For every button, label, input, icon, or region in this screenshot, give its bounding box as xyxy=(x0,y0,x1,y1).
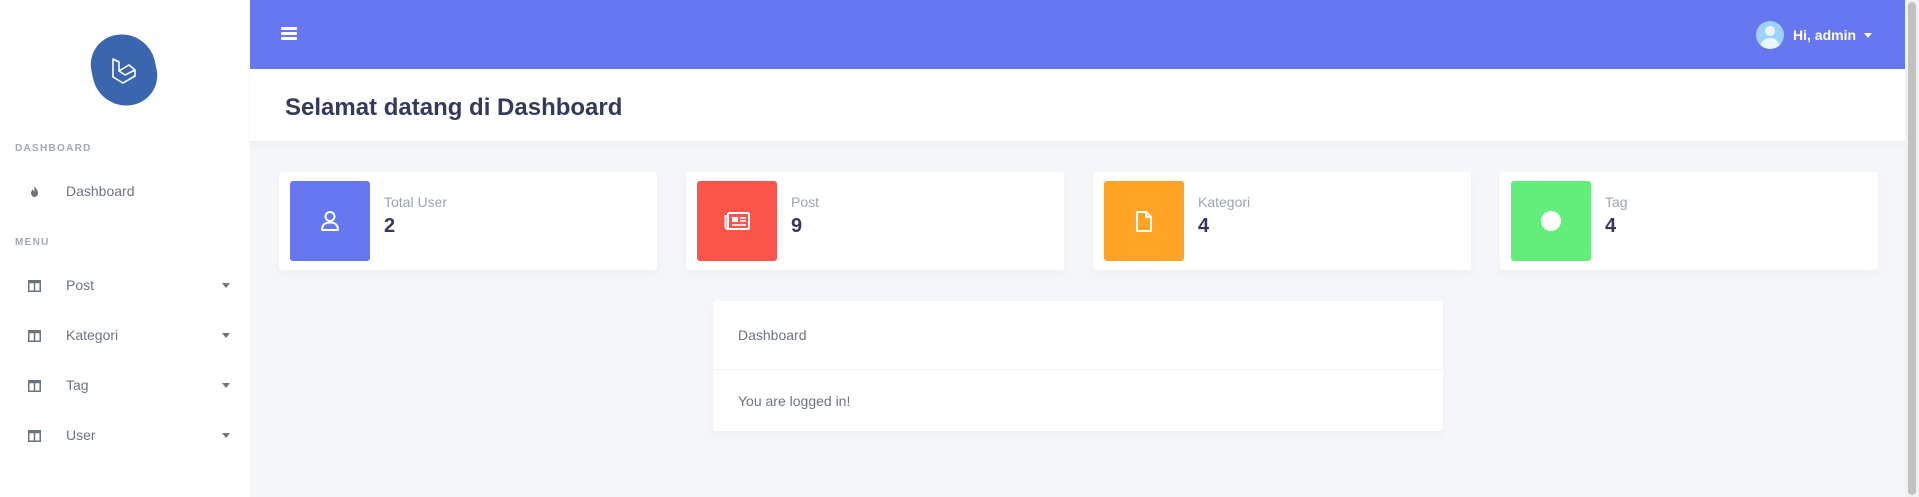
panel-title: Dashboard xyxy=(738,327,807,343)
scrollbar[interactable] xyxy=(1905,0,1919,497)
file-icon xyxy=(1104,181,1184,261)
chevron-down-icon xyxy=(1864,32,1873,38)
sidebar: DASHBOARD Dashboard MENU Post Kategori T… xyxy=(0,0,250,497)
stat-card-kategori: Kategori 4 xyxy=(1093,172,1471,270)
scrollbar-thumb[interactable] xyxy=(1908,2,1916,495)
dashboard-panel: Dashboard You are logged in! xyxy=(713,301,1443,431)
sidebar-item-label: Dashboard xyxy=(66,183,135,199)
laravel-logo[interactable] xyxy=(85,28,163,112)
columns-icon xyxy=(28,329,41,342)
stat-label: Total User xyxy=(384,194,448,210)
stat-value: 9 xyxy=(791,215,803,237)
user-icon xyxy=(290,181,370,261)
sidebar-item-user[interactable]: User xyxy=(0,417,250,453)
sidebar-item-label: Kategori xyxy=(66,327,119,343)
user-dropdown[interactable]: Hi, admin xyxy=(1756,21,1873,49)
page-title: Selamat datang di Dashboard xyxy=(285,94,623,121)
sidebar-item-label: Post xyxy=(66,277,95,293)
menu-header-dashboard: DASHBOARD xyxy=(15,143,92,154)
columns-icon xyxy=(28,379,41,392)
user-greeting: Hi, admin xyxy=(1793,27,1857,43)
sidebar-item-tag[interactable]: Tag xyxy=(0,367,250,403)
sidebar-item-kategori[interactable]: Kategori xyxy=(0,317,250,353)
hamburger-icon[interactable] xyxy=(281,27,297,41)
stat-value: 4 xyxy=(1198,215,1210,237)
chevron-down-icon xyxy=(222,433,230,438)
section-header: Selamat datang di Dashboard xyxy=(250,69,1905,141)
panel-header: Dashboard xyxy=(713,301,1443,370)
chevron-down-icon xyxy=(222,333,230,338)
topbar: Hi, admin xyxy=(250,0,1905,69)
stat-value: 2 xyxy=(384,215,396,237)
columns-icon xyxy=(28,279,41,292)
menu-header-menu: MENU xyxy=(15,237,50,248)
stat-card-total-user: Total User 2 xyxy=(279,172,657,270)
columns-icon xyxy=(28,429,41,442)
login-message: You are logged in! xyxy=(738,393,851,409)
sidebar-item-dashboard[interactable]: Dashboard xyxy=(0,173,250,209)
newspaper-icon xyxy=(697,181,777,261)
stat-value: 4 xyxy=(1605,215,1617,237)
stat-card-tag: Tag 4 xyxy=(1500,172,1878,270)
circle-icon xyxy=(1511,181,1591,261)
stat-label: Kategori xyxy=(1198,194,1251,210)
chevron-down-icon xyxy=(222,383,230,388)
stat-label: Post xyxy=(791,194,820,210)
stat-label: Tag xyxy=(1605,194,1628,210)
sidebar-item-post[interactable]: Post xyxy=(0,267,250,303)
sidebar-item-label: Tag xyxy=(66,377,89,393)
avatar xyxy=(1756,21,1784,49)
chevron-down-icon xyxy=(222,283,230,288)
sidebar-item-label: User xyxy=(66,427,96,443)
stat-card-post: Post 9 xyxy=(686,172,1064,270)
fire-icon xyxy=(28,185,41,197)
